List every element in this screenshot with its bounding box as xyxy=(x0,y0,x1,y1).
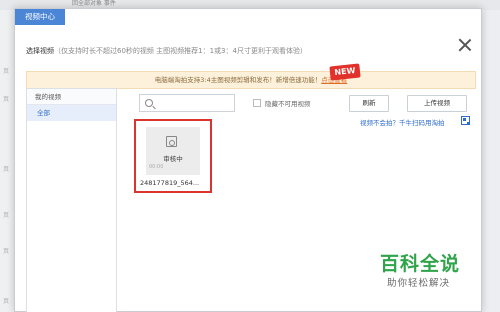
background-side-mark: 页 xyxy=(3,248,10,255)
review-status: 审核中 xyxy=(163,155,183,163)
taopai-help-link[interactable]: 视频不会拍？千牛扫码用淘拍 xyxy=(360,117,445,127)
video-card[interactable]: 审核中 00:00 248177819_564... xyxy=(134,119,212,193)
watermark-subtitle: 助你轻松解决 xyxy=(387,278,451,289)
refresh-button[interactable]: 刷新 xyxy=(349,95,389,112)
background-side-mark: 页 xyxy=(3,68,10,75)
upload-video-button[interactable]: 上传视频 xyxy=(407,95,467,112)
hide-unavailable-label: 隐藏不可用视频 xyxy=(265,100,311,108)
watermark-title: 百科全说 xyxy=(380,253,461,275)
notice-bar: 电脑端淘拍支持3:4主图视频剪辑和发布！新增倍速功能！点击查看 xyxy=(26,71,476,89)
close-icon[interactable] xyxy=(458,38,472,52)
video-center-dialog: 视频中心 选择视频（仅支持时长不超过60秒的视频 主图视频推荐1：1或3：4尺寸… xyxy=(14,8,482,312)
video-duration: 00:00 xyxy=(149,164,164,170)
sidebar-item-all[interactable]: 全部 xyxy=(27,105,116,121)
background-side-mark: 页 xyxy=(3,212,10,219)
video-thumbnail: 审核中 00:00 xyxy=(146,127,200,175)
notice-text: 电脑端淘拍支持3:4主图视频剪辑和发布！新增倍速功能！ xyxy=(154,76,322,84)
qr-code-icon[interactable] xyxy=(461,116,470,125)
search-icon xyxy=(145,99,153,107)
dialog-title: 选择视频 xyxy=(26,47,54,55)
hide-unavailable-checkbox[interactable] xyxy=(253,99,261,107)
video-filename: 248177819_564... xyxy=(140,179,200,187)
dialog-header: 选择视频（仅支持时长不超过60秒的视频 主图视频推荐1：1或3：4尺寸更利于观看… xyxy=(26,46,307,56)
background-top-text: 回全部对象 事件 xyxy=(72,0,116,7)
search-input[interactable] xyxy=(139,94,235,112)
tab-video-center[interactable]: 视频中心 xyxy=(15,9,65,25)
background-side-mark: 页 xyxy=(3,96,10,103)
video-placeholder-icon xyxy=(166,136,177,147)
video-category-panel: 我的视频 全部 xyxy=(26,88,117,312)
background-side-mark: 页 xyxy=(3,298,10,305)
dialog-hint: （仅支持时长不超过60秒的视频 主图视频推荐1：1或3：4尺寸更利于观看体验） xyxy=(54,47,307,55)
background-side-mark: 页 xyxy=(3,166,10,173)
panel-title: 我的视频 xyxy=(27,89,116,105)
